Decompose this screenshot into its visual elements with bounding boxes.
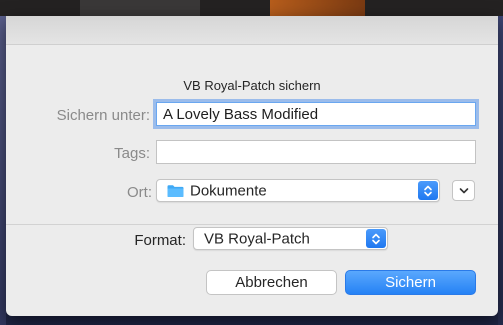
folder-icon — [167, 184, 184, 197]
location-value: Dokumente — [190, 182, 267, 199]
background-tile — [80, 0, 200, 16]
cancel-button[interactable]: Abbrechen — [206, 270, 337, 295]
background-desktop-right — [498, 16, 503, 325]
location-popup[interactable]: Dokumente — [156, 179, 440, 202]
save-button[interactable]: Sichern — [345, 270, 476, 295]
dialog-top-bar — [6, 16, 498, 45]
background-thumbnail — [270, 0, 365, 16]
up-down-chevron-icon — [418, 181, 438, 200]
format-popup[interactable]: VB Royal-Patch — [193, 227, 388, 250]
expand-button[interactable] — [452, 180, 475, 201]
tags-label: Tags: — [114, 145, 150, 162]
save-as-label: Sichern unter: — [56, 107, 150, 124]
location-label: Ort: — [127, 184, 152, 201]
chevron-down-icon — [459, 187, 468, 193]
format-label: Format: — [134, 232, 186, 249]
save-dialog: VB Royal-Patch sichern Sichern unter: Ta… — [6, 16, 498, 316]
up-down-chevron-icon — [366, 229, 386, 248]
tags-input[interactable] — [156, 140, 476, 164]
save-as-input[interactable] — [156, 102, 476, 126]
background-window-strip — [0, 0, 503, 16]
dialog-divider — [6, 224, 498, 225]
dialog-title: VB Royal-Patch sichern — [183, 78, 321, 93]
format-value: VB Royal-Patch — [204, 230, 310, 247]
